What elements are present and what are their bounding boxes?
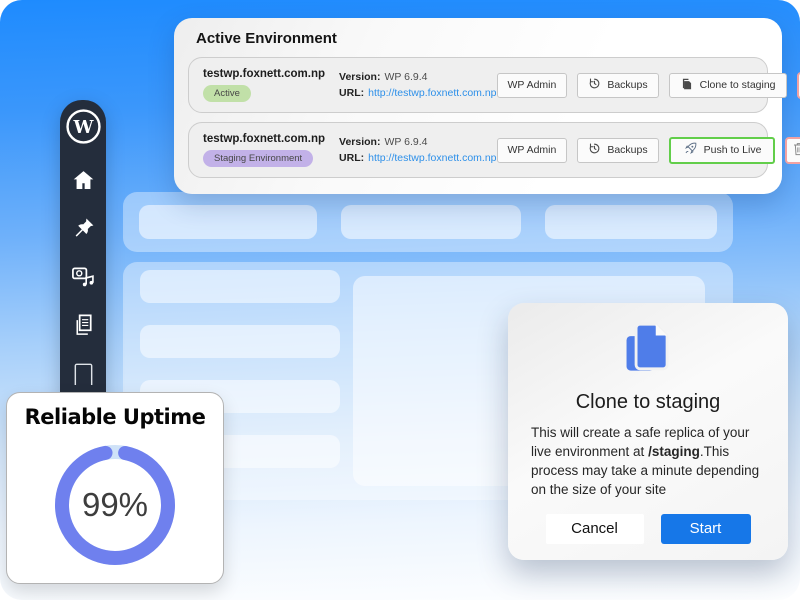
card-title: Active Environment xyxy=(196,30,760,47)
site-url-link[interactable]: http://testwp.foxnett.com.np xyxy=(368,87,496,99)
delete-environment-button[interactable] xyxy=(797,72,800,99)
clone-to-staging-label: Clone to staging xyxy=(700,79,776,91)
trash-icon xyxy=(791,141,800,160)
clone-to-staging-modal: Clone to staging This will create a safe… xyxy=(508,303,788,560)
placeholder-row xyxy=(140,270,340,303)
rocket-icon xyxy=(683,141,698,159)
placeholder-panel-top xyxy=(123,192,733,252)
active-environment-card: Active Environment testwp.foxnett.com.np… xyxy=(174,18,782,194)
site-domain: testwp.foxnett.com.np xyxy=(203,68,325,80)
cancel-button[interactable]: Cancel xyxy=(546,514,644,544)
modal-title: Clone to staging xyxy=(576,391,721,414)
modal-body-path: /staging xyxy=(648,444,700,459)
history-icon xyxy=(588,142,601,158)
environment-row-live: testwp.foxnett.com.np Active Version: WP … xyxy=(188,57,768,113)
url-label: URL: xyxy=(339,152,364,164)
backups-label: Backups xyxy=(607,79,647,91)
environment-row-staging: testwp.foxnett.com.np Staging Environmen… xyxy=(188,122,768,178)
placeholder-box xyxy=(139,205,317,239)
wp-admin-button[interactable]: WP Admin xyxy=(497,73,568,98)
delete-environment-button[interactable] xyxy=(785,137,800,164)
wp-admin-button[interactable]: WP Admin xyxy=(497,138,568,163)
hosting-dashboard-illustration: W xyxy=(0,0,800,600)
placeholder-row xyxy=(140,325,340,358)
start-button[interactable]: Start xyxy=(661,514,751,544)
version-value: WP 6.9.4 xyxy=(384,136,427,148)
uptime-donut-chart: 99% xyxy=(45,435,185,575)
url-label: URL: xyxy=(339,87,364,99)
push-to-live-button[interactable]: Push to Live xyxy=(669,137,776,164)
comments-icon[interactable] xyxy=(71,360,96,385)
site-domain: testwp.foxnett.com.np xyxy=(203,133,325,145)
status-badge-active: Active xyxy=(203,85,251,102)
placeholder-box xyxy=(341,205,521,239)
home-icon[interactable] xyxy=(71,168,96,193)
version-value: WP 6.9.4 xyxy=(384,71,427,83)
copy-pages-icon xyxy=(680,77,694,94)
wp-admin-sidebar: W xyxy=(60,100,106,400)
uptime-card: Reliable Uptime 99% xyxy=(6,392,224,584)
version-label: Version: xyxy=(339,136,380,148)
clone-to-staging-button[interactable]: Clone to staging xyxy=(669,73,787,98)
documents-icon[interactable] xyxy=(71,312,96,337)
wp-admin-label: WP Admin xyxy=(508,79,557,91)
status-badge-staging: Staging Environment xyxy=(203,150,313,167)
wordpress-logo-icon: W xyxy=(65,108,102,145)
modal-body: This will create a safe replica of your … xyxy=(531,423,765,500)
wp-admin-label: WP Admin xyxy=(508,144,557,156)
uptime-percentage: 99% xyxy=(45,435,185,575)
site-url-link[interactable]: http://testwp.foxnett.com.np xyxy=(368,152,496,164)
version-label: Version: xyxy=(339,71,380,83)
history-icon xyxy=(588,77,601,93)
backups-label: Backups xyxy=(607,144,647,156)
svg-text:W: W xyxy=(72,117,94,138)
pushpin-icon[interactable] xyxy=(71,216,96,241)
push-to-live-label: Push to Live xyxy=(704,144,762,156)
uptime-title: Reliable Uptime xyxy=(7,405,223,429)
copy-pages-icon-large xyxy=(617,317,679,384)
placeholder-box xyxy=(545,205,717,239)
backups-button[interactable]: Backups xyxy=(577,138,658,163)
backups-button[interactable]: Backups xyxy=(577,73,658,98)
media-icon[interactable] xyxy=(71,264,96,289)
